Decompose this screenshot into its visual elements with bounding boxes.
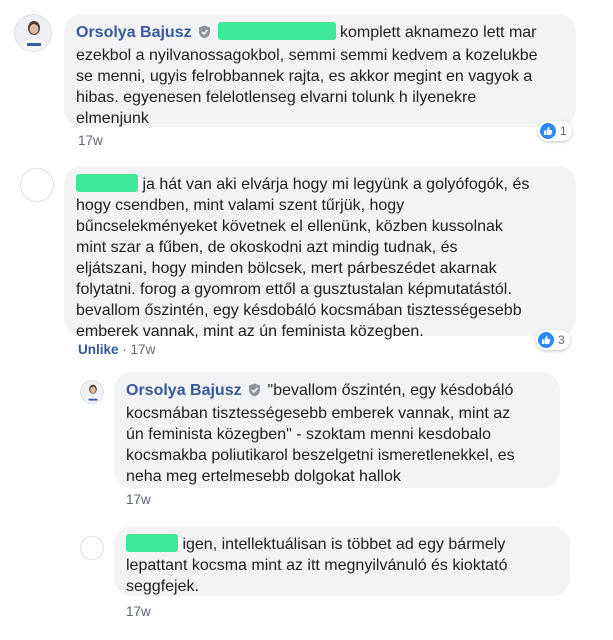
- reaction-count[interactable]: 1: [538, 121, 572, 141]
- reply-timestamp[interactable]: 17w: [126, 604, 151, 619]
- comment-timestamp[interactable]: 17w: [131, 342, 156, 357]
- comment-actions: Unlike · 17w: [78, 342, 155, 357]
- profile-photo-icon: [81, 381, 103, 403]
- reply-bubble: Orsolya Bajusz "bevallom őszintén, egy k…: [114, 372, 560, 488]
- comment-bubble: Orsolya Bajusz komplett aknamezo lett ma…: [64, 14, 576, 127]
- reply-author[interactable]: Orsolya Bajusz: [126, 382, 242, 399]
- shield-badge-icon: [198, 24, 211, 45]
- profile-photo-icon: [15, 15, 51, 51]
- comment-line: hogy csendben, mint valami szent tűrjük,…: [76, 197, 405, 214]
- reply-avatar[interactable]: [80, 536, 104, 560]
- comment-line: bűncselekményeket követnek el ellenünk, …: [76, 218, 503, 235]
- reply-line: igen, intellektuálisan is többet ad egy …: [126, 534, 558, 555]
- comment-line: bevallom őszintén, egy késdobáló kocsmáb…: [76, 302, 522, 319]
- comment-line: elmenjunk: [76, 110, 149, 127]
- comment-line: se menni, ugyis felrobbannek rajta, es a…: [76, 68, 533, 85]
- commenter-avatar[interactable]: [20, 168, 54, 202]
- comment-line: ja hát van aki elvárja hogy mi legyünk a…: [76, 174, 564, 195]
- reply-line: kocsmában tisztességesebb emberek vannak…: [126, 405, 511, 422]
- unlike-link[interactable]: Unlike: [78, 342, 119, 357]
- shield-badge-icon: [248, 382, 261, 403]
- reaction-count[interactable]: 3: [536, 330, 570, 350]
- reply-line: neha meg ertelmesebb dolgokat hallok: [126, 468, 401, 485]
- thumbs-up-icon: [540, 123, 556, 139]
- redacted-mention: [217, 22, 336, 40]
- thumbs-up-icon: [538, 332, 554, 348]
- comment-line: folytatni. forog a gyomrom ettől a guszt…: [76, 281, 512, 298]
- comment-bubble: ja hát van aki elvárja hogy mi legyünk a…: [64, 166, 576, 340]
- commenter-avatar[interactable]: [14, 14, 52, 52]
- reply-line: Orsolya Bajusz "bevallom őszintén, egy k…: [126, 380, 548, 403]
- comment-line: Orsolya Bajusz komplett aknamezo lett ma…: [76, 22, 564, 45]
- comment-author[interactable]: Orsolya Bajusz: [76, 24, 192, 41]
- separator: ·: [122, 342, 127, 357]
- comment-line: ezekbol a nyilvanossagokbol, semmi semmi…: [76, 47, 538, 64]
- reply-line: ún feminista közegben" - szoktam menni k…: [126, 426, 491, 443]
- reply-timestamp[interactable]: 17w: [126, 492, 151, 507]
- reply-line: lepattant kocsma mint az itt megnyilvánu…: [126, 557, 508, 574]
- comment-line: mint szar a fűben, de okoskodni azt mind…: [76, 239, 458, 256]
- redacted-author: [76, 174, 138, 192]
- comment-timestamp[interactable]: 17w: [78, 133, 103, 148]
- comment-line: hibas. egyenesen felelotlenseg elvarni t…: [76, 89, 477, 106]
- comment-line: emberek vannak, mint az ún feminista köz…: [76, 323, 424, 340]
- redacted-author: [126, 534, 178, 552]
- reply-avatar[interactable]: [80, 380, 104, 404]
- reply-bubble: igen, intellektuálisan is többet ad egy …: [114, 526, 570, 596]
- reply-line: seggfejek.: [126, 578, 199, 595]
- reply-line: kocsmakba poliutikarol beszelgetni ismer…: [126, 447, 515, 464]
- comment-line: eljátszani, hogy minden bölcsek, mert pá…: [76, 260, 497, 277]
